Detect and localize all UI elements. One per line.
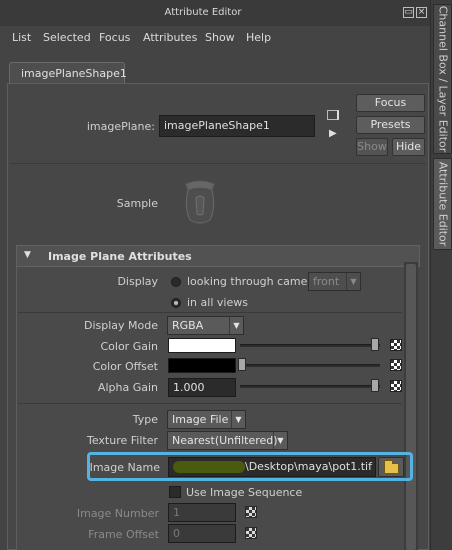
chevron-down-icon: ▼: [231, 411, 245, 428]
color-offset-slider-knob[interactable]: [238, 358, 246, 371]
float-window-icon[interactable]: ▭: [403, 7, 414, 18]
window-title: Attribute Editor: [164, 7, 242, 18]
display-mode-dropdown[interactable]: RGBA ▼: [167, 316, 244, 335]
input-connection-icon[interactable]: [327, 110, 339, 120]
browse-file-button[interactable]: [378, 457, 404, 477]
color-gain-slider-knob[interactable]: [371, 338, 379, 351]
output-connection-icon[interactable]: ▶: [329, 128, 337, 139]
menu-selected[interactable]: Selected: [43, 31, 91, 44]
chevron-down-icon: ▼: [229, 317, 243, 334]
display-label: Display: [117, 275, 158, 288]
node-tab[interactable]: imagePlaneShape1: [9, 62, 127, 84]
display-mode-value: RGBA: [172, 319, 204, 332]
folder-icon: [384, 460, 399, 474]
color-gain-label: Color Gain: [100, 340, 158, 353]
right-tab-strip: Channel Box / Layer Editor Attribute Edi…: [430, 0, 452, 550]
collapse-arrow-icon[interactable]: ▼: [24, 250, 31, 260]
node-type-label: imagePlane:: [86, 120, 155, 133]
menu-help[interactable]: Help: [246, 31, 271, 44]
sample-label: Sample: [116, 197, 158, 210]
node-tab-label: imagePlaneShape1: [21, 67, 127, 80]
display-camera-dropdown[interactable]: front ▼: [308, 272, 361, 291]
frame-offset-label: Frame Offset: [88, 528, 159, 541]
image-plane-attributes-header[interactable]: ▼ Image Plane Attributes: [16, 245, 420, 267]
display-mode-label: Display Mode: [83, 319, 158, 332]
menu-focus[interactable]: Focus: [99, 31, 130, 44]
color-offset-label: Color Offset: [92, 360, 158, 373]
node-name-field[interactable]: imagePlaneShape1: [159, 115, 315, 137]
divider: [10, 163, 426, 164]
image-name-label: Image Name: [89, 461, 160, 474]
radio-in-all-views[interactable]: [171, 298, 181, 308]
presets-button[interactable]: Presets: [356, 116, 425, 134]
radio-looking-through-camera-label: looking through camera: [187, 275, 319, 288]
use-image-sequence-label: Use Image Sequence: [186, 486, 303, 499]
image-name-value: \Desktop\maya\pot1.tif: [245, 460, 372, 473]
close-icon[interactable]: ×: [416, 7, 427, 18]
texture-filter-value: Nearest(Unfiltered): [172, 434, 278, 447]
color-gain-map-icon[interactable]: [390, 339, 402, 351]
tab-channel-box-label: Channel Box / Layer Editor: [436, 5, 449, 153]
tab-channel-box-layer-editor[interactable]: Channel Box / Layer Editor: [433, 4, 452, 154]
redaction-mark: [173, 461, 245, 473]
alpha-gain-label: Alpha Gain: [97, 381, 158, 394]
display-camera-value: front: [313, 275, 340, 288]
color-offset-swatch[interactable]: [168, 358, 236, 373]
chevron-down-icon: ▼: [273, 432, 287, 449]
tab-attribute-editor-label: Attribute Editor: [436, 161, 449, 247]
scrollbar-thumb[interactable]: [406, 264, 416, 550]
show-button[interactable]: Show: [356, 138, 388, 156]
menu-show[interactable]: Show: [205, 31, 235, 44]
type-value: Image File: [172, 413, 229, 426]
image-number-field[interactable]: 1: [168, 503, 236, 522]
focus-button[interactable]: Focus: [356, 94, 425, 112]
divider: [18, 403, 402, 404]
color-offset-map-icon[interactable]: [390, 359, 402, 371]
color-gain-swatch[interactable]: [168, 338, 236, 353]
hide-button[interactable]: Hide: [392, 138, 425, 156]
alpha-gain-slider-track[interactable]: [240, 385, 380, 388]
type-dropdown[interactable]: Image File ▼: [167, 410, 246, 429]
alpha-gain-slider-knob[interactable]: [371, 379, 379, 392]
texture-filter-label: Texture Filter: [86, 434, 158, 447]
alpha-gain-map-icon[interactable]: [390, 380, 402, 392]
frame-offset-field[interactable]: 0: [168, 524, 236, 543]
radio-in-all-views-label: in all views: [187, 296, 248, 309]
image-name-field[interactable]: \Desktop\maya\pot1.tif: [168, 457, 376, 477]
divider: [18, 312, 402, 313]
frame-offset-map-icon[interactable]: [245, 527, 257, 539]
radio-looking-through-camera[interactable]: [171, 277, 181, 287]
alpha-gain-field[interactable]: 1.000: [168, 378, 236, 397]
menu-attributes[interactable]: Attributes: [143, 31, 197, 44]
menu-bar: List Selected Focus Attributes Show Help: [0, 26, 430, 48]
sample-swatch-icon: [172, 178, 228, 228]
section-title: Image Plane Attributes: [48, 250, 192, 263]
use-image-sequence-checkbox[interactable]: [169, 486, 181, 498]
image-number-map-icon[interactable]: [245, 506, 257, 518]
color-gain-slider-track[interactable]: [240, 344, 380, 347]
type-label: Type: [132, 413, 158, 426]
chevron-down-icon: ▼: [346, 273, 360, 290]
texture-filter-dropdown[interactable]: Nearest(Unfiltered) ▼: [167, 431, 288, 450]
menu-list[interactable]: List: [12, 31, 31, 44]
tab-attribute-editor[interactable]: Attribute Editor: [433, 158, 452, 250]
image-number-label: Image Number: [76, 507, 159, 520]
window-title-bar: Attribute Editor ▭ ×: [0, 0, 430, 26]
color-offset-slider-track[interactable]: [240, 364, 380, 367]
